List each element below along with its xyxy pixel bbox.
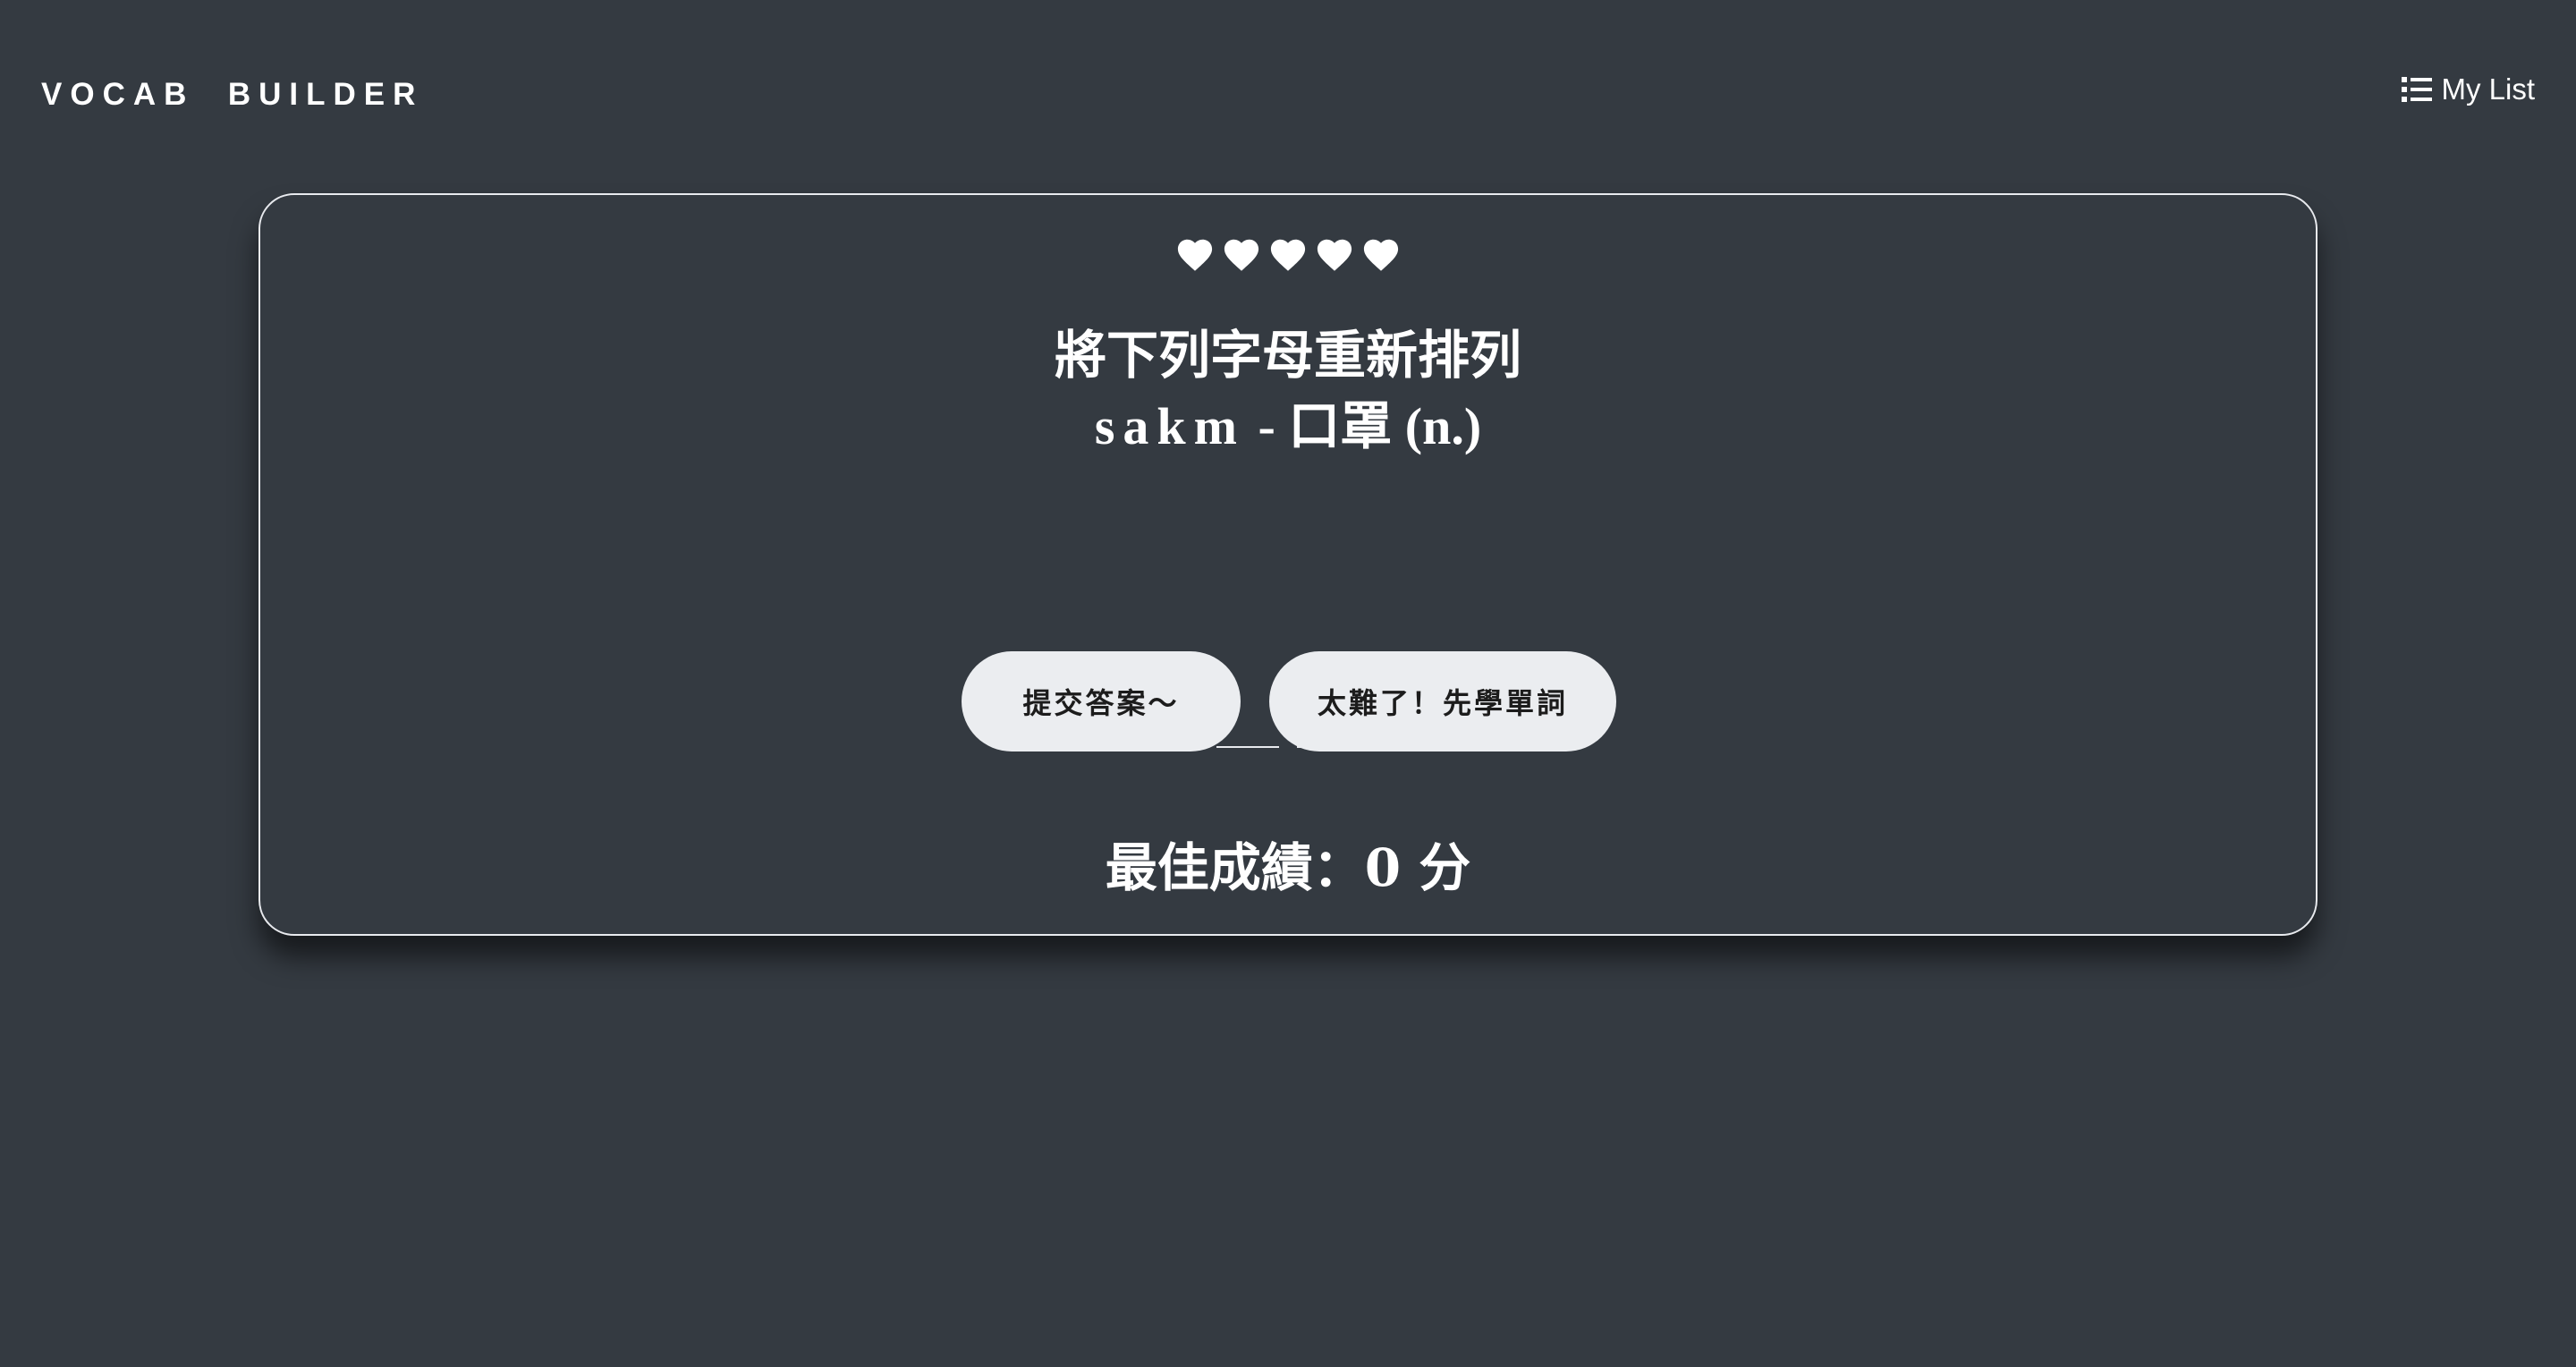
action-buttons: 提交答案～ 太難了！先學單詞 (260, 651, 2316, 751)
my-list-label: My List (2441, 72, 2535, 106)
heart-icon (1363, 239, 1399, 271)
clue-separator: - (1244, 397, 1289, 455)
my-list-link[interactable]: My List (2402, 72, 2535, 107)
heart-icon (1317, 239, 1352, 271)
lives-indicator (260, 234, 2316, 272)
submit-answer-button[interactable]: 提交答案～ (962, 651, 1241, 751)
word-clue: sakm - 口罩 (n.) (260, 390, 2316, 463)
game-card: 將下列字母重新排列 sakm - 口罩 (n.) 提交答案～ 太難了！先學單詞 … (258, 193, 2318, 936)
too-hard-learn-word-button[interactable]: 太難了！先學單詞 (1269, 651, 1616, 751)
score-value: 0 (1364, 837, 1402, 898)
app-brand: VOCAB BUILDER (41, 77, 424, 112)
score-label: 最佳成績： (1105, 837, 1365, 898)
scrambled-letters: sakm (1094, 397, 1245, 455)
heart-icon (1270, 239, 1306, 271)
best-score: 最佳成績：0 分 (260, 832, 2316, 904)
heart-icon (1224, 239, 1259, 271)
word-definition: 口罩 (n.) (1288, 397, 1482, 455)
heart-icon (1177, 239, 1213, 271)
list-icon (2402, 76, 2433, 103)
score-unit: 分 (1419, 837, 1471, 898)
instruction-text: 將下列字母重新排列 (1054, 325, 1521, 386)
